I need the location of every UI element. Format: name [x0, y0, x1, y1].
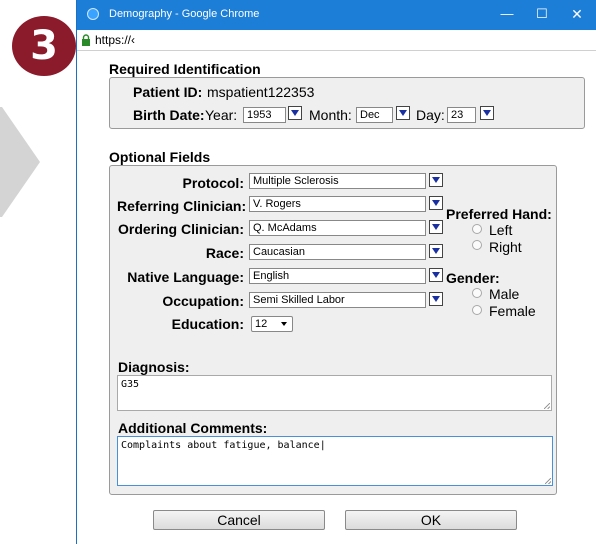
race-label: Race: — [205, 245, 244, 261]
native-language-field[interactable]: English — [249, 268, 426, 284]
resize-handle[interactable] — [544, 403, 550, 409]
window-title: Demography - Google Chrome — [109, 8, 260, 20]
occupation-label: Occupation: — [162, 293, 244, 309]
gender-male-radio[interactable] — [472, 288, 482, 298]
year-field[interactable]: 1953 — [243, 107, 286, 123]
gender-female-radio[interactable] — [472, 305, 482, 315]
hand-right-radio[interactable] — [472, 240, 482, 250]
close-button[interactable]: ✕ — [567, 6, 587, 24]
day-label: Day: — [416, 107, 445, 123]
cancel-button[interactable]: Cancel — [153, 510, 325, 530]
resize-handle[interactable] — [545, 478, 551, 484]
month-dropdown-button[interactable] — [396, 106, 410, 120]
protocol-label: Protocol: — [182, 175, 244, 191]
additional-comments-textarea[interactable]: Complaints about fatigue, balance| — [117, 436, 553, 486]
day-dropdown-button[interactable] — [480, 106, 494, 120]
birth-date-label: Birth Date: — [133, 107, 205, 123]
protocol-dropdown-button[interactable] — [429, 173, 443, 187]
gender-label: Gender: — [446, 270, 500, 286]
occupation-dropdown-button[interactable] — [429, 292, 443, 306]
patient-id-value: mspatient122353 — [207, 84, 315, 100]
race-dropdown-button[interactable] — [429, 244, 443, 258]
education-value: 12 — [255, 318, 268, 330]
lock-icon — [82, 34, 90, 46]
step-number: 3 — [30, 23, 58, 69]
education-label: Education: — [171, 316, 244, 332]
diagnosis-textarea[interactable]: G35 — [117, 375, 552, 411]
url-text[interactable]: https://‹ — [95, 33, 135, 47]
maximize-button[interactable]: ☐ — [532, 6, 552, 24]
month-label: Month: — [309, 107, 352, 123]
year-dropdown-button[interactable] — [288, 106, 302, 120]
education-select[interactable]: 12 — [251, 316, 293, 332]
chevron-down-icon — [281, 322, 287, 326]
gender-male-label: Male — [489, 286, 520, 302]
native-language-label: Native Language: — [127, 269, 244, 285]
optional-section-title: Optional Fields — [109, 149, 211, 165]
native-language-dropdown-button[interactable] — [429, 268, 443, 282]
occupation-field[interactable]: Semi Skilled Labor — [249, 292, 426, 308]
ordering-clinician-field[interactable]: Q. McAdams — [249, 220, 426, 236]
referring-clinician-label: Referring Clinician: — [117, 198, 247, 214]
ordering-clinician-label: Ordering Clinician: — [117, 221, 244, 237]
hand-left-radio[interactable] — [472, 224, 482, 234]
additional-comments-text: Complaints about fatigue, balance — [121, 440, 320, 451]
minimize-button[interactable]: — — [497, 6, 517, 24]
chevron-arrow-graphic — [0, 97, 40, 227]
step-number-badge: 3 — [12, 16, 76, 76]
race-field[interactable]: Caucasian — [249, 244, 426, 260]
diagnosis-text: G35 — [121, 379, 140, 390]
ok-button[interactable]: OK — [345, 510, 517, 530]
chrome-icon — [87, 8, 99, 20]
title-bar: Demography - Google Chrome — ☐ ✕ — [77, 0, 596, 30]
year-label: Year: — [205, 107, 238, 123]
ordering-clinician-dropdown-button[interactable] — [429, 220, 443, 234]
month-field[interactable]: Dec — [356, 107, 393, 123]
hand-left-label: Left — [489, 222, 513, 238]
required-section-title: Required Identification — [109, 61, 261, 77]
patient-id-label: Patient ID: — [133, 84, 203, 100]
referring-clinician-field[interactable]: V. Rogers — [249, 196, 426, 212]
day-field[interactable]: 23 — [447, 107, 476, 123]
protocol-field[interactable]: Multiple Sclerosis — [249, 173, 426, 189]
preferred-hand-label: Preferred Hand: — [446, 206, 552, 222]
gender-female-label: Female — [489, 303, 536, 319]
referring-clinician-dropdown-button[interactable] — [429, 196, 443, 210]
browser-window: Demography - Google Chrome — ☐ ✕ https:/… — [76, 0, 596, 544]
diagnosis-label: Diagnosis: — [118, 359, 190, 375]
hand-right-label: Right — [489, 239, 522, 255]
address-bar[interactable]: https://‹ — [77, 30, 596, 51]
additional-comments-label: Additional Comments: — [118, 420, 268, 436]
